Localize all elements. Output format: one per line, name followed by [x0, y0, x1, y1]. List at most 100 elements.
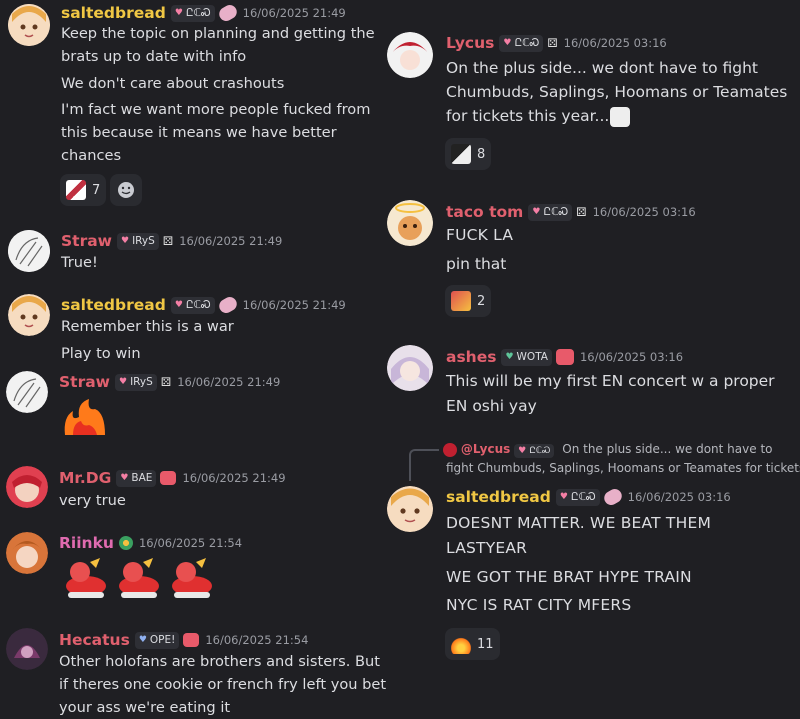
username[interactable]: taco tom — [446, 203, 523, 221]
rat-emoji-icon — [451, 291, 471, 311]
timestamp: 16/06/2025 21:54 — [205, 633, 309, 647]
message-line: chances — [61, 147, 122, 164]
message-line: NYC IS RAT CITY MFERS — [446, 596, 632, 614]
timestamp: 16/06/2025 21:49 — [179, 234, 283, 248]
message: Straw ♥ IRyS ⚄ 16/06/2025 21:49 — [6, 371, 381, 441]
fire-emoji-icon — [451, 634, 471, 654]
message-line: True! — [61, 254, 98, 271]
role-tag: ♥ BAE — [116, 469, 157, 487]
role-tag: ♥ ԸℂᏍ — [528, 203, 573, 221]
add-reaction-button[interactable] — [110, 174, 142, 206]
role-tag: ♥ IRyS — [117, 232, 159, 250]
avatar[interactable] — [387, 486, 433, 532]
flower-badge-icon — [118, 536, 133, 550]
smile-icon — [118, 182, 134, 198]
role-tag: ♥ ԸℂᏍ — [170, 296, 215, 314]
heart-icon: ♥ — [532, 207, 541, 217]
username[interactable]: saltedbread — [61, 296, 166, 314]
reply-preview[interactable]: @Lycus ♥ ԸℂᏍ On the plus side... we dont … — [443, 442, 773, 458]
timestamp: 16/06/2025 21:54 — [138, 536, 243, 550]
message-line: I'm fact we want more people fucked from — [61, 101, 371, 118]
message-line: LASTYEAR — [446, 539, 528, 557]
avatar[interactable] — [6, 628, 48, 670]
avatar[interactable] — [8, 294, 50, 336]
heart-icon: ♥ — [505, 352, 514, 362]
username[interactable]: Straw — [59, 373, 110, 391]
bandage-icon — [601, 486, 624, 508]
reply-connector — [409, 449, 439, 481]
username[interactable]: Riinku — [59, 534, 114, 552]
role-tag-label: ԸℂᏍ — [185, 6, 211, 19]
role-tag-label: WOTA — [516, 351, 548, 363]
avatar[interactable] — [387, 32, 433, 78]
username[interactable]: Straw — [61, 232, 112, 250]
heart-icon: ♥ — [503, 38, 512, 48]
fire-emoji-icon — [64, 399, 105, 435]
message: Straw ♥ IRyS ⚄ 16/06/2025 21:49 True! — [8, 230, 383, 280]
reaction-count: 7 — [92, 182, 101, 198]
heart-icon: ♥ — [559, 492, 568, 502]
role-tag-label: OPE! — [149, 634, 176, 646]
role-tag: ♥ ԸℂᏍ — [555, 488, 600, 506]
rat-icon — [555, 349, 574, 365]
avatar[interactable] — [387, 200, 433, 246]
reply-username: @Lycus — [460, 442, 511, 456]
timestamp: 16/06/2025 03:16 — [563, 36, 667, 50]
message-line: very true — [59, 492, 126, 509]
message-line: if theres one cookie or french fry left … — [59, 676, 387, 693]
timestamp: 16/06/2025 03:16 — [627, 490, 731, 504]
avatar[interactable] — [8, 230, 50, 272]
left-column: saltedbread ♥ ԸℂᏍ 16/06/2025 21:49 Keep t… — [0, 0, 387, 716]
avatar[interactable] — [8, 4, 50, 46]
heart-icon: ♥ — [138, 635, 147, 645]
avatar[interactable] — [387, 345, 433, 391]
heart-icon: ♥ — [119, 377, 128, 387]
reaction[interactable]: 7 — [60, 174, 107, 206]
reaction[interactable]: 8 — [445, 138, 492, 170]
username[interactable]: saltedbread — [446, 488, 551, 506]
cat-emoji-icon — [451, 144, 471, 164]
timestamp: 16/06/2025 21:49 — [242, 298, 346, 312]
bandage-icon — [216, 2, 239, 24]
rat-hype-emoji-icon — [172, 558, 212, 598]
message-line: On the plus side... we dont have to figh… — [446, 59, 758, 77]
message: ashes ♥ WOTA 16/06/2025 03:16 This will b… — [387, 345, 797, 425]
timestamp: 16/06/2025 03:16 — [579, 350, 684, 364]
avatar[interactable] — [6, 371, 48, 413]
username[interactable]: Mr.DG — [59, 469, 111, 487]
heart-icon: ♥ — [121, 236, 130, 246]
message-line: this because it means we have better — [61, 124, 337, 141]
heart-icon: ♥ — [518, 446, 527, 456]
message-line: for tickets this year... — [446, 107, 610, 125]
reaction-count: 8 — [477, 146, 486, 162]
role-tag-label: ԸℂᏍ — [529, 446, 551, 456]
username[interactable]: Lycus — [446, 34, 494, 52]
role-tag-label: ԸℂᏍ — [514, 36, 540, 49]
message: @Lycus ♥ ԸℂᏍ On the plus side... we dont … — [387, 438, 800, 668]
message-line: EN oshi yay — [446, 397, 537, 415]
reaction[interactable]: 2 — [445, 285, 492, 317]
dice-icon: ⚄ — [576, 205, 587, 219]
message-line: Other holofans are brothers and sisters.… — [59, 653, 381, 670]
heart-icon: ♥ — [120, 473, 129, 483]
message: Riinku 16/06/2025 21:54 — [6, 532, 381, 612]
role-tag: ♥ OPE! — [134, 631, 180, 649]
reaction-count: 11 — [477, 636, 494, 652]
role-tag-label: ԸℂᏍ — [570, 490, 596, 503]
role-tag: ♥ ԸℂᏍ — [514, 444, 555, 458]
role-tag: ♥ IRyS — [115, 373, 157, 391]
heart-icon: ♥ — [174, 300, 183, 310]
dice-icon: ⚄ — [160, 375, 172, 389]
role-tag-label: BAE — [131, 472, 153, 484]
avatar[interactable] — [6, 466, 48, 508]
role-tag-label: ԸℂᏍ — [543, 205, 569, 218]
timestamp: 16/06/2025 21:49 — [242, 6, 346, 20]
avatar[interactable] — [6, 532, 48, 574]
username[interactable]: Hecatus — [59, 631, 130, 649]
message-line: Chumbuds, Saplings, Hoomans or Teamates — [446, 83, 788, 101]
timestamp: 16/06/2025 21:49 — [177, 375, 281, 389]
username[interactable]: ashes — [446, 348, 496, 366]
dice-icon: ⚄ — [162, 234, 174, 248]
username[interactable]: saltedbread — [61, 4, 166, 22]
reaction[interactable]: 11 — [445, 628, 500, 660]
